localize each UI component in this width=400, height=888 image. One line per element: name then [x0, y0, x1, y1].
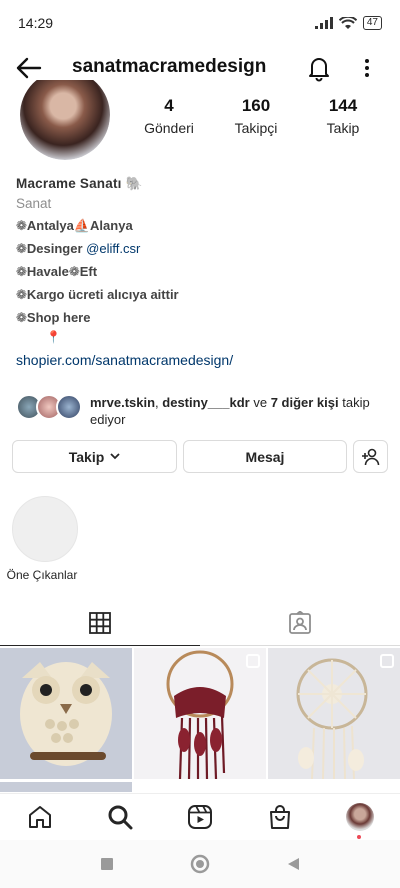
profile-tabs	[0, 600, 400, 646]
tagged-person-icon	[289, 611, 311, 634]
profile-username: sanatmacramedesign	[72, 56, 267, 77]
nav-search[interactable]	[105, 802, 135, 832]
stat-posts-label: Gönderi	[144, 120, 194, 136]
profile-website-link[interactable]: shopier.com/sanatmacramedesign/	[16, 352, 386, 368]
mutual-followers-avatars	[16, 394, 82, 422]
mutual-others: 7 diğer kişi	[270, 395, 339, 410]
bio-shop: ❁Shop here	[16, 310, 91, 325]
follow-button-label: Takip	[68, 448, 105, 465]
battery-indicator: 47	[362, 16, 382, 30]
tab-tagged[interactable]	[200, 600, 400, 646]
stat-followers-count: 160	[241, 96, 271, 115]
reels-icon	[188, 805, 212, 829]
profile-avatar[interactable]	[20, 80, 110, 160]
tab-posts-grid[interactable]	[0, 600, 200, 646]
notifications-button[interactable]	[305, 54, 333, 82]
stat-following-label: Takip	[326, 120, 360, 136]
add-person-icon	[361, 448, 379, 465]
bio-location: ❁Antalya⛵Alanya	[16, 218, 133, 233]
stat-following-count: 144	[328, 96, 358, 115]
mutual-followers-text: mrve.tskin, destiny___kdr ve 7 diğer kiş…	[90, 395, 370, 427]
message-button[interactable]: Mesaj	[183, 440, 347, 473]
designer-mention-link[interactable]: @eliff.csr	[86, 241, 140, 256]
profile-name: Macrame Sanatı 🐘	[16, 176, 143, 191]
profile-avatar-icon	[346, 803, 374, 831]
post-thumbnail[interactable]	[0, 782, 132, 792]
avatar-photo	[20, 80, 110, 160]
back-system-button[interactable]	[283, 854, 303, 874]
highlight-cover	[12, 496, 78, 562]
mutual-user-1: mrve.tskin	[90, 395, 156, 410]
multiple-photos-icon	[380, 654, 394, 668]
more-options-button[interactable]	[356, 54, 378, 82]
recents-button[interactable]	[97, 854, 117, 874]
suggested-users-button[interactable]	[353, 440, 388, 473]
post-thumbnail[interactable]	[134, 648, 266, 779]
wifi-icon	[338, 16, 357, 29]
shopping-bag-icon	[270, 805, 290, 829]
nav-shop[interactable]	[265, 802, 295, 832]
back-button[interactable]	[14, 54, 44, 82]
bio-payment: ❁Havale❁Eft	[16, 264, 98, 279]
nav-reels[interactable]	[185, 802, 215, 832]
follow-button[interactable]: Takip	[12, 440, 177, 473]
post-thumbnail[interactable]	[268, 648, 400, 779]
mutual-avatar	[56, 394, 82, 420]
more-vertical-icon	[365, 59, 369, 77]
bio-designer-prefix: ❁Desinger	[16, 241, 87, 256]
bio-designer-line: ❁Desinger @eliff.csr	[16, 241, 386, 257]
posts-grid	[0, 648, 400, 793]
bottom-navigation	[0, 793, 400, 839]
mutual-user-2: destiny___kdr	[162, 395, 250, 410]
search-icon	[108, 805, 133, 830]
grid-icon	[89, 611, 111, 634]
bio-shipping: ❁Kargo ücreti alıcıya aittir	[16, 287, 179, 302]
post-image-red-dreamcatcher	[134, 648, 266, 779]
arrow-left-icon	[16, 57, 42, 79]
stat-followers-label: Takipçi	[234, 120, 278, 136]
circle-icon	[190, 854, 210, 874]
nav-profile[interactable]	[345, 802, 375, 832]
profile-category: Sanat	[16, 196, 52, 211]
home-system-button[interactable]	[190, 854, 210, 874]
highlight-item[interactable]: Öne Çıkanlar	[7, 496, 80, 582]
triangle-back-icon	[288, 858, 299, 870]
stat-following[interactable]: 144 Takip	[303, 96, 383, 136]
mutual-followers[interactable]: mrve.tskin, destiny___kdr ve 7 diğer kiş…	[16, 394, 391, 428]
system-navigation-bar	[0, 840, 400, 888]
highlight-label: Öne Çıkanlar	[6, 568, 78, 582]
bell-icon	[309, 58, 329, 82]
square-icon	[101, 858, 113, 870]
status-bar: 14:29 47	[0, 0, 400, 46]
signal-icon	[314, 17, 333, 29]
nav-home[interactable]	[25, 802, 55, 832]
pin-icon: 📍	[46, 330, 61, 344]
notification-dot	[357, 835, 361, 839]
stat-followers[interactable]: 160 Takipçi	[216, 96, 296, 136]
multiple-photos-icon	[246, 654, 260, 668]
stat-posts[interactable]: 4 Gönderi	[129, 96, 209, 136]
status-time: 14:29	[18, 15, 54, 31]
message-button-label: Mesaj	[245, 448, 285, 465]
stat-posts-count: 4	[164, 96, 174, 115]
post-image-white-dreamcatcher	[268, 648, 400, 779]
post-image-owl	[0, 648, 132, 779]
home-icon	[29, 806, 51, 828]
chevron-down-icon	[110, 453, 120, 460]
profile-bio: Macrame Sanatı 🐘 Sanat ❁Antalya⛵Alanya ❁…	[16, 176, 386, 368]
post-thumbnail[interactable]	[0, 648, 132, 779]
